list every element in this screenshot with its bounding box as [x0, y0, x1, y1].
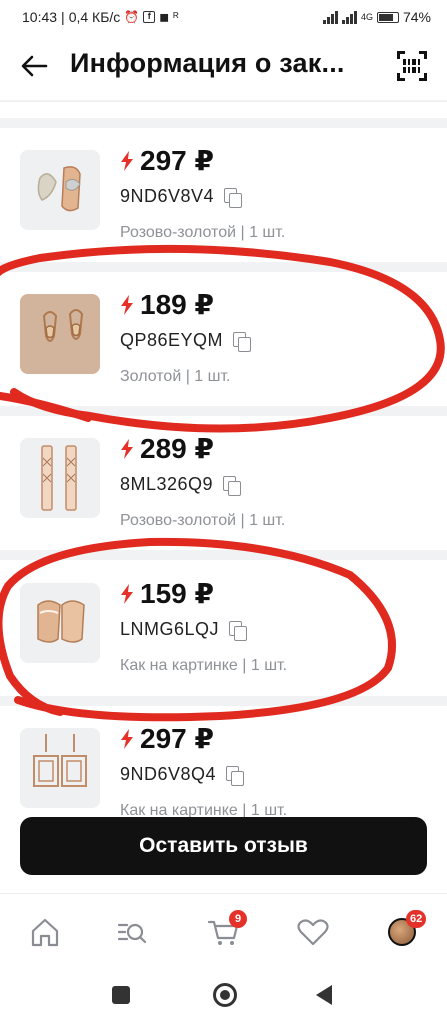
battery-level: 74% — [402, 9, 431, 25]
section-separator — [0, 118, 447, 128]
item-code: QP86EYQM — [120, 330, 252, 352]
item-price-text: 289 ₽ — [140, 433, 214, 464]
status-speed: 0,4 КБ/с — [68, 9, 121, 25]
item-separator — [0, 262, 447, 272]
home-icon[interactable] — [27, 914, 63, 950]
leave-review-button[interactable]: Оставить отзыв — [20, 817, 427, 875]
status-time: 10:43 — [22, 9, 58, 25]
item-code-text: LNMG6LQJ — [120, 619, 220, 639]
profile-badge: 62 — [406, 910, 427, 928]
page-title: Информация о зак... — [70, 48, 345, 78]
product-image[interactable] — [20, 438, 100, 518]
item-price: 297 ₽ — [120, 144, 214, 177]
product-image[interactable] — [20, 294, 100, 374]
signal-2-icon — [341, 10, 357, 24]
item-price: 189 ₽ — [120, 288, 214, 321]
product-image[interactable] — [20, 150, 100, 230]
item-price-text: 297 ₽ — [140, 723, 214, 754]
order-item[interactable]: 189 ₽ QP86EYQM Золотой | 1 шт. — [0, 272, 447, 404]
copy-icon[interactable] — [224, 187, 243, 208]
lightning-icon — [121, 583, 133, 604]
battery-icon — [376, 11, 399, 23]
item-code: LNMG6LQJ — [120, 619, 248, 641]
network-type: 4G — [360, 12, 373, 22]
product-image[interactable] — [20, 583, 100, 663]
item-price-text: 297 ₽ — [140, 145, 214, 176]
item-code-text: 9ND6V8V4 — [120, 186, 215, 206]
item-code-text: QP86EYQM — [120, 330, 224, 350]
back-arrow-icon[interactable] — [20, 54, 48, 78]
item-price: 297 ₽ — [120, 722, 214, 755]
alarm-icon: ⏰ — [124, 10, 140, 24]
lightning-icon — [121, 150, 133, 171]
item-price: 289 ₽ — [120, 432, 214, 465]
misc-notification-icon: ᴿ — [173, 10, 179, 24]
app-notification-icon: ◼ — [159, 10, 170, 24]
system-navigation-bar — [0, 971, 447, 1024]
item-separator — [0, 550, 447, 560]
status-bar: 10:43 | 0,4 КБ/с ⏰ f ◼ ᴿ 4G 74% — [22, 9, 431, 25]
item-separator — [0, 406, 447, 416]
item-code: 9ND6V8Q4 — [120, 764, 245, 786]
recent-apps-icon[interactable] — [112, 986, 130, 1004]
item-code-text: 9ND6V8Q4 — [120, 764, 217, 784]
product-image[interactable] — [20, 728, 100, 808]
item-price: 159 ₽ — [120, 577, 214, 610]
item-code-text: 8ML326Q9 — [120, 474, 214, 494]
header-divider — [0, 100, 447, 102]
item-variant: Розово-золотой | 1 шт. — [120, 224, 286, 241]
notification-icon: f — [143, 11, 156, 23]
lightning-icon — [121, 294, 133, 315]
item-code: 8ML326Q9 — [120, 474, 242, 496]
item-code: 9ND6V8V4 — [120, 186, 243, 208]
order-item[interactable]: 297 ₽ 9ND6V8V4 Розово-золотой | 1 шт. — [0, 128, 447, 260]
item-price-text: 189 ₽ — [140, 289, 214, 320]
copy-icon[interactable] — [226, 765, 245, 786]
lightning-icon — [121, 728, 133, 749]
item-variant: Розово-золотой | 1 шт. — [120, 512, 286, 529]
cart-badge: 9 — [229, 910, 247, 928]
lightning-icon — [121, 438, 133, 459]
barcode-icon[interactable] — [396, 50, 428, 82]
copy-icon[interactable] — [229, 620, 248, 641]
signal-icon — [322, 10, 338, 24]
copy-icon[interactable] — [233, 331, 252, 352]
copy-icon[interactable] — [223, 475, 242, 496]
top-app-bar: Информация о зак... — [0, 34, 447, 100]
catalog-search-icon[interactable] — [114, 914, 150, 950]
home-button-icon[interactable] — [213, 983, 237, 1007]
back-triangle-icon[interactable] — [316, 985, 332, 1005]
item-variant: Золотой | 1 шт. — [120, 368, 231, 385]
order-item[interactable]: 159 ₽ LNMG6LQJ Как на картинке | 1 шт. — [0, 561, 447, 693]
order-item[interactable]: 289 ₽ 8ML326Q9 Розово-золотой | 1 шт. — [0, 416, 447, 548]
bottom-navigation: 9 62 — [0, 893, 447, 971]
item-variant: Как на картинке | 1 шт. — [120, 657, 288, 674]
item-price-text: 159 ₽ — [140, 578, 214, 609]
item-separator — [0, 696, 447, 706]
heart-icon[interactable] — [295, 914, 331, 950]
